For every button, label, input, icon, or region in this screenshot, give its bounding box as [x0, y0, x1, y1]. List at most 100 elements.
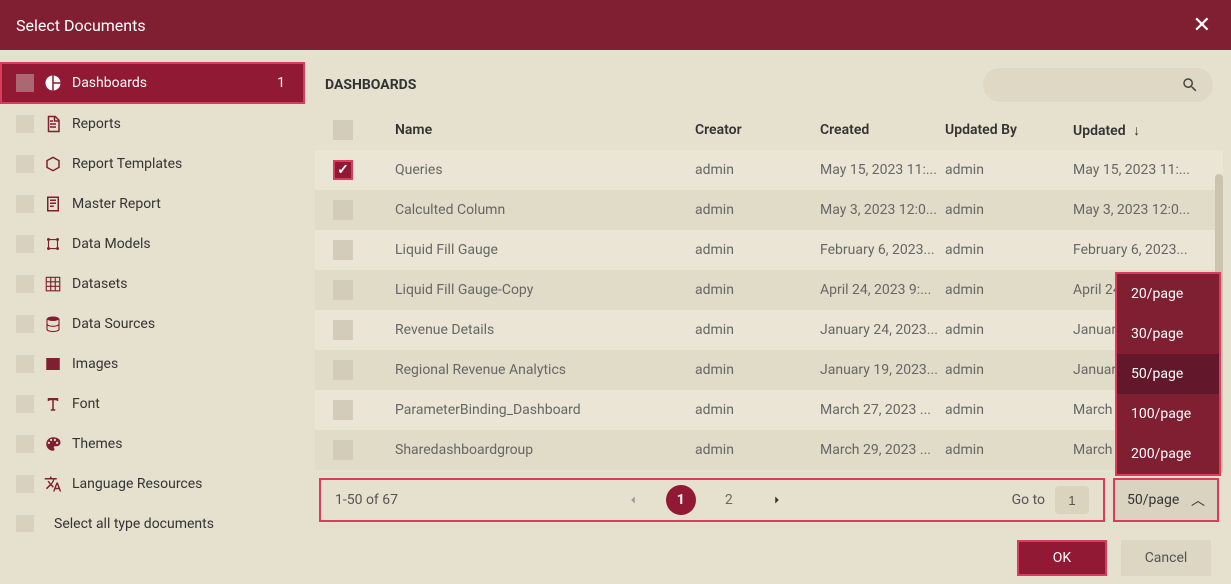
row-checkbox[interactable] [333, 440, 353, 460]
checkbox-icon[interactable] [16, 275, 34, 293]
sidebar-item-dashboards[interactable]: Dashboards1 [0, 62, 305, 104]
checkbox-icon[interactable] [16, 355, 34, 373]
table-row[interactable]: Calculted ColumnadminMay 3, 2023 12:0...… [315, 190, 1223, 230]
sidebar-item-font[interactable]: Font [0, 384, 305, 424]
cell-creator: admin [695, 162, 820, 178]
cell-updatedby: admin [945, 242, 1073, 258]
checkbox-icon[interactable] [16, 435, 34, 453]
checkbox-icon[interactable] [16, 315, 34, 333]
page-size-option[interactable]: 30/page [1117, 314, 1219, 354]
table-row[interactable]: SharedashboardgroupadminMarch 29, 2023 .… [315, 430, 1223, 470]
sidebar-item-label: Data Sources [72, 316, 289, 332]
language-icon [44, 475, 62, 493]
sidebar-item-themes[interactable]: Themes [0, 424, 305, 464]
checkbox-icon[interactable] [16, 475, 34, 493]
page-1[interactable]: 1 [666, 485, 696, 515]
page-size-option[interactable]: 20/page [1117, 274, 1219, 314]
row-checkbox[interactable] [333, 240, 353, 260]
column-header-updated[interactable]: Updated ↓ [1073, 122, 1213, 139]
page-size-option[interactable]: 100/page [1117, 394, 1219, 434]
sidebar-item-data-models[interactable]: Data Models [0, 224, 305, 264]
sidebar-item-language-resources[interactable]: Language Resources [0, 464, 305, 504]
goto-input[interactable] [1055, 486, 1089, 514]
sidebar-item-label: Datasets [72, 276, 289, 292]
sidebar-item-reports[interactable]: Reports [0, 104, 305, 144]
prev-page-icon[interactable] [618, 485, 648, 515]
sidebar: Dashboards1Reports Report Templates Master… [0, 50, 305, 532]
report-icon [44, 195, 62, 213]
sidebar-item-report-templates[interactable]: Report Templates [0, 144, 305, 184]
dialog-titlebar: Select Documents ✕ [0, 0, 1231, 50]
table-row[interactable]: Revenue DetailsadminJanuary 24, 2023...a… [315, 310, 1223, 350]
cell-created: January 24, 2023... [820, 322, 945, 338]
column-header-updatedby[interactable]: Updated By [945, 122, 1073, 138]
sidebar-select-all[interactable]: Select all type documents [0, 504, 305, 532]
cell-name: Regional Revenue Analytics [395, 362, 695, 378]
ok-button[interactable]: OK [1017, 540, 1107, 576]
cell-name: Liquid Fill Gauge-Copy [395, 282, 695, 298]
sidebar-item-count: 1 [277, 75, 289, 91]
table-row[interactable]: Liquid Fill Gauge-CopyadminApril 24, 202… [315, 270, 1223, 310]
select-all-checkbox[interactable] [333, 120, 353, 140]
cell-creator: admin [695, 322, 820, 338]
cell-updated: February 6, 2023... [1073, 242, 1213, 258]
checkbox-icon[interactable] [16, 235, 34, 253]
cell-created: May 3, 2023 12:0... [820, 202, 945, 218]
image-icon [44, 355, 62, 373]
sidebar-item-data-sources[interactable]: Data Sources [0, 304, 305, 344]
table-row[interactable]: Regional Revenue AnalyticsadminJanuary 1… [315, 350, 1223, 390]
sort-desc-icon: ↓ [1133, 123, 1140, 139]
palette-icon [44, 435, 62, 453]
dialog-title: Select Documents [16, 16, 146, 35]
pager: 12 [618, 485, 792, 515]
page-size-option[interactable]: 50/page [1117, 354, 1219, 394]
cell-updatedby: admin [945, 322, 1073, 338]
cell-name: Liquid Fill Gauge [395, 242, 695, 258]
page-size-option[interactable]: 200/page [1117, 434, 1219, 474]
page-range: 1-50 of 67 [335, 492, 398, 508]
cell-created: March 29, 2023 ... [820, 442, 945, 458]
cell-updated: May 3, 2023 12:0... [1073, 202, 1213, 218]
sidebar-item-master-report[interactable]: Master Report [0, 184, 305, 224]
sidebar-item-label: Images [72, 356, 289, 372]
cell-created: April 24, 2023 9:... [820, 282, 945, 298]
checkbox-icon[interactable] [16, 115, 34, 133]
checkbox-icon[interactable] [16, 155, 34, 173]
cell-creator: admin [695, 362, 820, 378]
cell-creator: admin [695, 442, 820, 458]
close-icon[interactable]: ✕ [1189, 9, 1215, 42]
row-checkbox[interactable] [333, 360, 353, 380]
cell-name: Sharedashboardgroup [395, 442, 695, 458]
data-table: Name Creator Created Updated By Updated … [315, 110, 1223, 476]
row-checkbox[interactable] [333, 320, 353, 340]
cell-updatedby: admin [945, 402, 1073, 418]
search-input[interactable] [983, 68, 1213, 102]
checkbox-icon[interactable] [16, 515, 34, 532]
next-page-icon[interactable] [762, 485, 792, 515]
row-checkbox[interactable] [333, 400, 353, 420]
sidebar-item-images[interactable]: Images [0, 344, 305, 384]
table-row[interactable]: ParameterBinding_DashboardadminMarch 27,… [315, 390, 1223, 430]
row-checkbox[interactable] [333, 160, 353, 180]
column-header-name[interactable]: Name [395, 122, 695, 138]
table-row[interactable]: QueriesadminMay 15, 2023 11:...adminMay … [315, 150, 1223, 190]
column-header-created[interactable]: Created [820, 122, 945, 138]
cube-icon [44, 155, 62, 173]
sidebar-item-label: Font [72, 396, 289, 412]
sidebar-item-datasets[interactable]: Datasets [0, 264, 305, 304]
sidebar-item-label: Report Templates [72, 156, 289, 172]
row-checkbox[interactable] [333, 200, 353, 220]
cancel-button[interactable]: Cancel [1121, 540, 1211, 576]
page-2[interactable]: 2 [714, 485, 744, 515]
table-row[interactable]: Liquid Fill Gauge adminFebruary 6, 2023..… [315, 230, 1223, 270]
cell-name: Revenue Details [395, 322, 695, 338]
checkbox-icon[interactable] [16, 395, 34, 413]
checkbox-icon[interactable] [16, 74, 34, 92]
row-checkbox[interactable] [333, 280, 353, 300]
sidebar-item-label: Master Report [72, 196, 289, 212]
column-header-creator[interactable]: Creator [695, 122, 820, 138]
cell-name: Queries [395, 162, 695, 178]
checkbox-icon[interactable] [16, 195, 34, 213]
page-size-select[interactable]: 50/page ︿ [1113, 478, 1219, 522]
sidebar-item-label: Themes [72, 436, 289, 452]
